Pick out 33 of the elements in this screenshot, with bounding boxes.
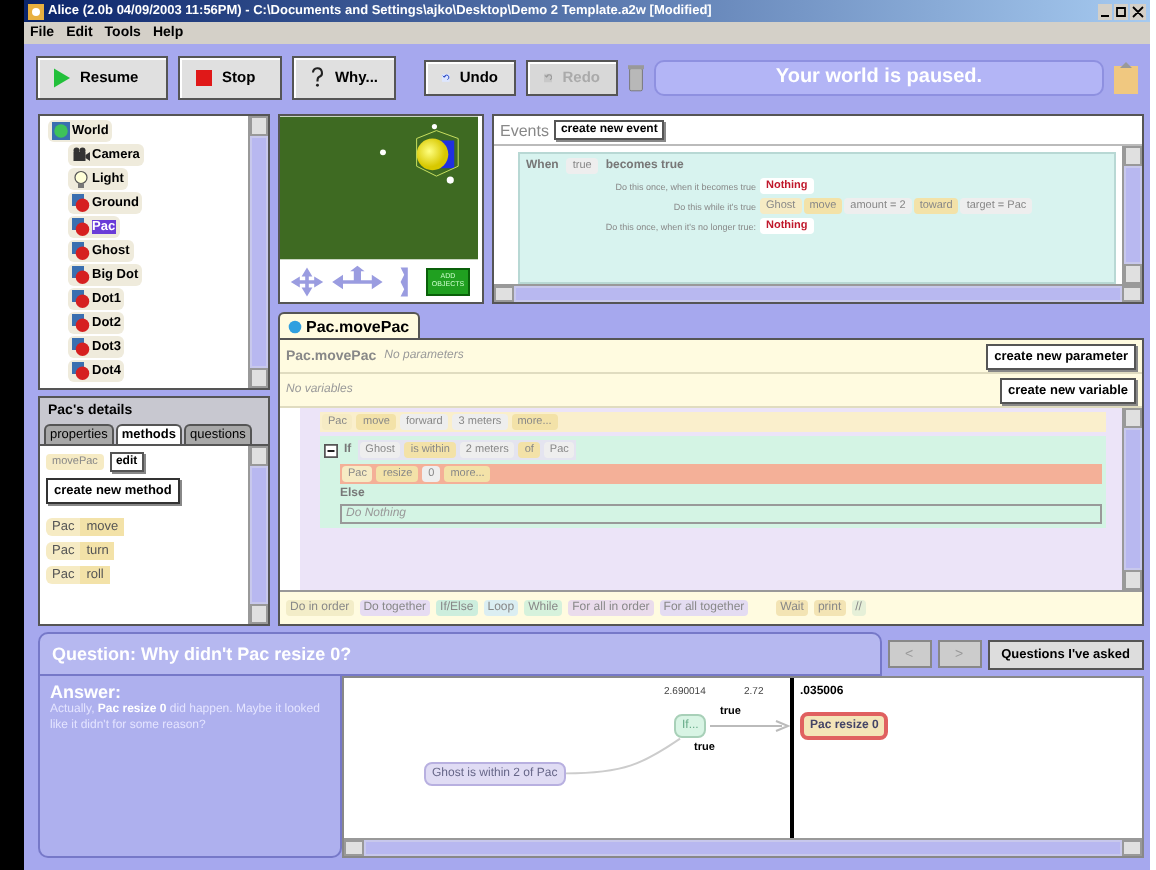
window-controls-icon[interactable] xyxy=(1098,3,1146,19)
collapse-toggle[interactable] xyxy=(324,443,338,457)
object-icon xyxy=(72,290,90,308)
question-bar: Question: Why didn't Pac resize 0? xyxy=(38,632,882,676)
object-icon xyxy=(72,338,90,356)
object-icon xyxy=(72,218,90,236)
status-message: Your world is paused. xyxy=(654,59,1104,95)
scrollbar[interactable] xyxy=(248,446,268,624)
app-icon xyxy=(28,3,44,19)
connector-line xyxy=(566,736,682,776)
stop-icon xyxy=(196,67,212,87)
question-mark-icon xyxy=(310,64,325,90)
object-icon xyxy=(72,194,90,212)
object-icon xyxy=(72,242,90,260)
trash-can-icon[interactable] xyxy=(628,63,644,91)
object-icon xyxy=(72,362,90,380)
light-bulb-icon xyxy=(72,170,90,188)
play-icon xyxy=(54,67,70,87)
panel-title: Events xyxy=(500,121,549,139)
scrollbar[interactable] xyxy=(344,838,1142,856)
scrollbar[interactable] xyxy=(494,284,1142,302)
globe-icon xyxy=(52,122,70,140)
object-icon xyxy=(72,266,90,284)
scrollbar[interactable] xyxy=(1122,146,1142,284)
object-icon xyxy=(72,314,90,332)
scrollbar[interactable] xyxy=(1122,408,1142,590)
scrollbar[interactable] xyxy=(248,116,268,388)
method-tab[interactable]: Pac.movePac xyxy=(278,312,420,338)
connector-arrow xyxy=(710,720,790,732)
ball-icon xyxy=(288,319,302,333)
camera-icon xyxy=(72,146,90,164)
clipboard-icon[interactable] xyxy=(1114,59,1138,95)
answer-title: Answer: xyxy=(50,682,124,702)
